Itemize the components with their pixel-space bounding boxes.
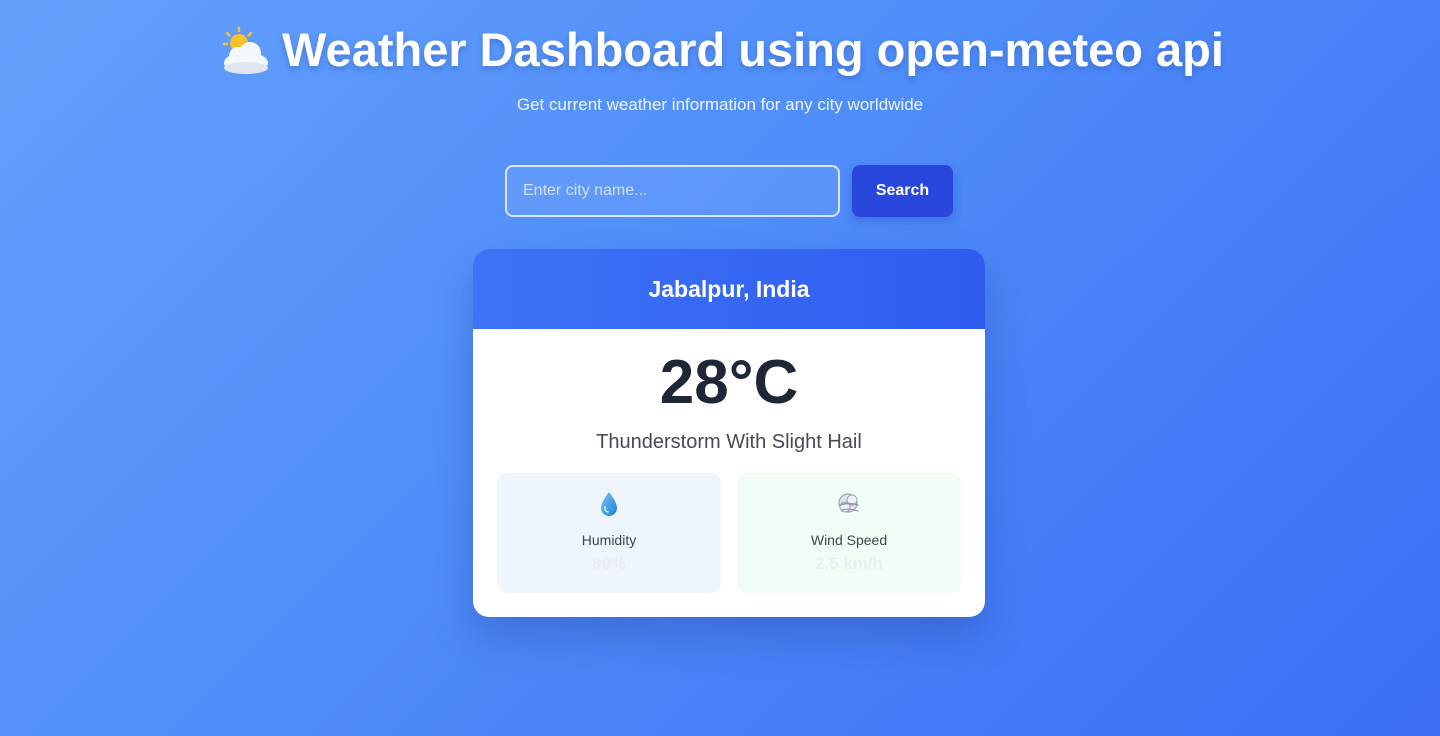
weather-card-header: Jabalpur, India	[473, 249, 985, 329]
search-bar: Search	[505, 165, 953, 217]
page-title-text: Weather Dashboard using open-meteo api	[282, 23, 1224, 76]
weather-description: Thunderstorm With Slight Hail	[596, 431, 862, 453]
search-button[interactable]: Search	[852, 165, 953, 217]
wind-speed-value: 2.5 km/h	[814, 554, 884, 573]
humidity-value: 89%	[591, 554, 627, 573]
weather-card: Jabalpur, India 28°C Thunderstorm With S…	[473, 249, 985, 617]
wind-speed-stat: Wind Speed 2.5 km/h	[737, 473, 961, 593]
humidity-stat: Humidity 89%	[497, 473, 721, 593]
wind-speed-label: Wind Speed	[810, 532, 888, 548]
city-search-input[interactable]	[505, 165, 840, 217]
page-subtitle: Get current weather information for any …	[516, 95, 924, 114]
sun-behind-cloud-icon	[216, 26, 272, 78]
weather-stats: Humidity 89% Wind Speed 2.5 km/h	[497, 473, 961, 593]
location-name: Jabalpur, India	[648, 275, 810, 302]
droplet-icon	[497, 491, 721, 517]
temperature-value: 28°C	[659, 348, 799, 417]
humidity-label: Humidity	[581, 532, 637, 548]
wind-face-icon	[737, 491, 961, 517]
page-header: Weather Dashboard using open-meteo api G…	[0, 22, 1440, 115]
page-title: Weather Dashboard using open-meteo api	[216, 22, 1224, 78]
